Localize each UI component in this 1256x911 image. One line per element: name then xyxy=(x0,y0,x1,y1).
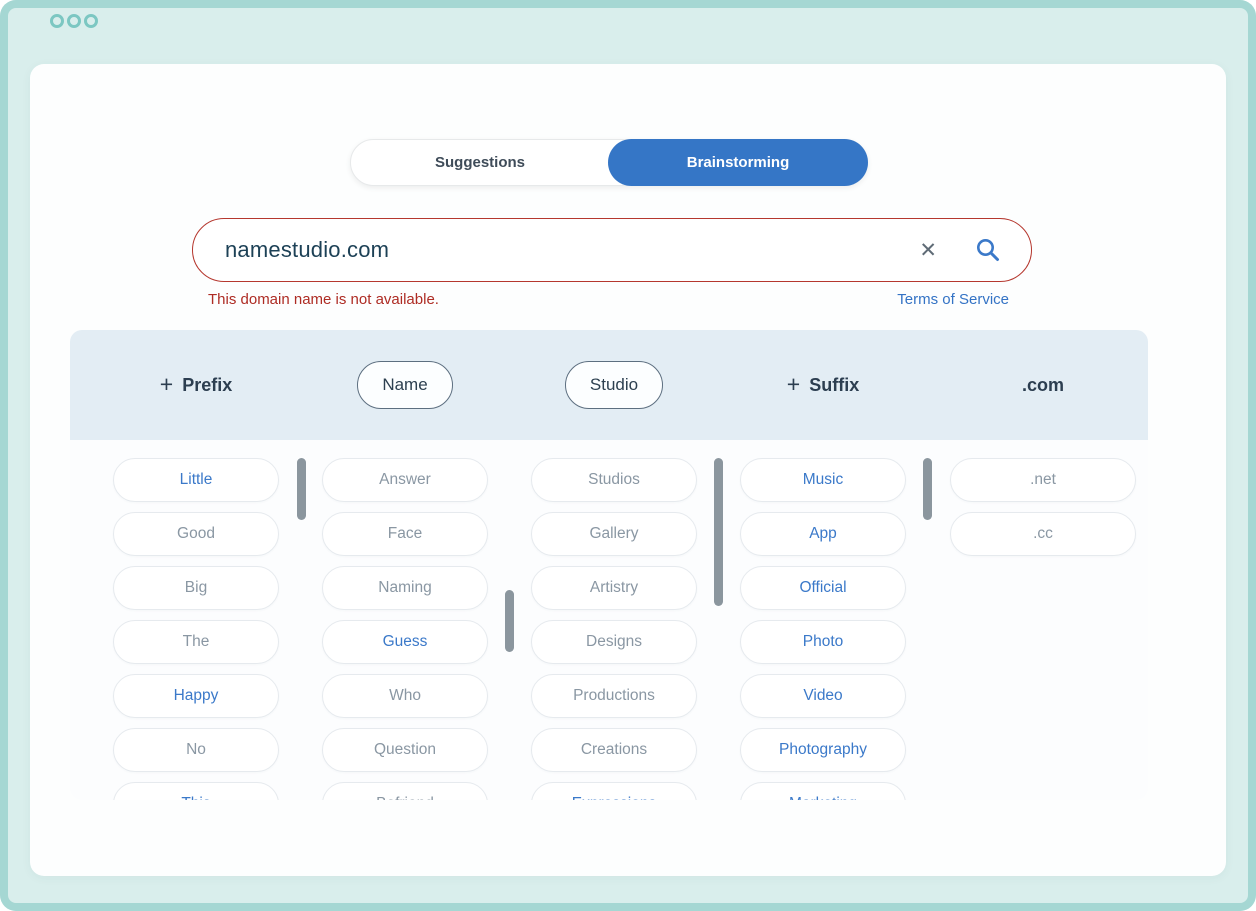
word-pill[interactable]: Answer xyxy=(322,458,488,502)
word-pill[interactable]: Photography xyxy=(740,728,906,772)
app-window: Suggestions Brainstorming namestudio.com… xyxy=(0,0,1256,911)
word-pill[interactable]: .cc xyxy=(950,512,1136,556)
prefix-label: Prefix xyxy=(182,375,232,396)
add-suffix-button[interactable]: + Suffix xyxy=(787,374,859,397)
word-pill[interactable]: Studios xyxy=(531,458,697,502)
prefix-column: Little Good Big The Happy No This xyxy=(113,458,279,800)
word-pill[interactable]: .net xyxy=(950,458,1136,502)
word-pill[interactable]: This xyxy=(113,782,279,800)
window-controls xyxy=(50,14,98,28)
window-dot[interactable] xyxy=(50,14,64,28)
brainstorm-panel: + Prefix Name Studio + Suffix xyxy=(70,330,1148,800)
word-pill[interactable]: Productions xyxy=(531,674,697,718)
suffix-label: Suffix xyxy=(809,375,859,396)
window-dot[interactable] xyxy=(84,14,98,28)
word-pill[interactable]: Guess xyxy=(322,620,488,664)
word-pill[interactable]: Designs xyxy=(531,620,697,664)
word-pill[interactable]: Big xyxy=(113,566,279,610)
word-pill[interactable]: Little xyxy=(113,458,279,502)
name-words-column: Answer Face Naming Guess Who Question Befriend xyxy=(322,458,488,800)
plus-icon: + xyxy=(160,373,173,396)
tld-label[interactable]: .com xyxy=(1022,375,1064,396)
word-pill[interactable]: Expressions xyxy=(531,782,697,800)
word-pill[interactable]: No xyxy=(113,728,279,772)
domain-search-input[interactable]: namestudio.com xyxy=(225,237,919,263)
word-pill[interactable]: Creations xyxy=(531,728,697,772)
studio-words-column: Studios Gallery Artistry Designs Productions… xyxy=(531,458,697,800)
word-pill[interactable]: App xyxy=(740,512,906,556)
domain-search-box: namestudio.com ✕ xyxy=(192,218,1032,282)
suffix-column: Music App Official Photo Video Photography Mar… xyxy=(740,458,906,800)
word-pill[interactable]: Official xyxy=(740,566,906,610)
scrollbar-thumb[interactable] xyxy=(297,458,306,520)
word-pill[interactable]: Marketing xyxy=(740,782,906,800)
add-prefix-button[interactable]: + Prefix xyxy=(160,374,232,397)
word-pill[interactable]: Naming xyxy=(322,566,488,610)
word-pill[interactable]: Gallery xyxy=(531,512,697,556)
word-pill[interactable]: Befriend xyxy=(322,782,488,800)
word-pill[interactable]: Video xyxy=(740,674,906,718)
search-icon[interactable] xyxy=(975,237,1001,263)
word-pill[interactable]: Happy xyxy=(113,674,279,718)
word-pill[interactable]: Artistry xyxy=(531,566,697,610)
tab-brainstorming[interactable]: Brainstorming xyxy=(608,139,868,186)
plus-icon: + xyxy=(787,373,800,396)
word-pill[interactable]: Music xyxy=(740,458,906,502)
word-pill[interactable]: Good xyxy=(113,512,279,556)
main-card: Suggestions Brainstorming namestudio.com… xyxy=(30,64,1226,876)
word-pill[interactable]: Face xyxy=(322,512,488,556)
scrollbar-thumb[interactable] xyxy=(505,590,514,652)
studio-token[interactable]: Studio xyxy=(565,361,663,409)
tab-suggestions[interactable]: Suggestions xyxy=(351,140,609,185)
scrollbar-thumb[interactable] xyxy=(714,458,723,606)
word-pill[interactable]: Question xyxy=(322,728,488,772)
word-pill[interactable]: The xyxy=(113,620,279,664)
name-token[interactable]: Name xyxy=(357,361,452,409)
availability-error: This domain name is not available. xyxy=(208,291,439,308)
builder-header: + Prefix Name Studio + Suffix xyxy=(70,330,1148,440)
window-dot[interactable] xyxy=(67,14,81,28)
word-pill[interactable]: Who xyxy=(322,674,488,718)
tld-column: .net .cc xyxy=(950,458,1136,556)
terms-of-service-link[interactable]: Terms of Service xyxy=(897,291,1009,308)
scrollbar-thumb[interactable] xyxy=(923,458,932,520)
clear-icon[interactable]: ✕ xyxy=(919,240,937,261)
tab-switcher: Suggestions Brainstorming xyxy=(350,139,868,186)
word-pill[interactable]: Photo xyxy=(740,620,906,664)
